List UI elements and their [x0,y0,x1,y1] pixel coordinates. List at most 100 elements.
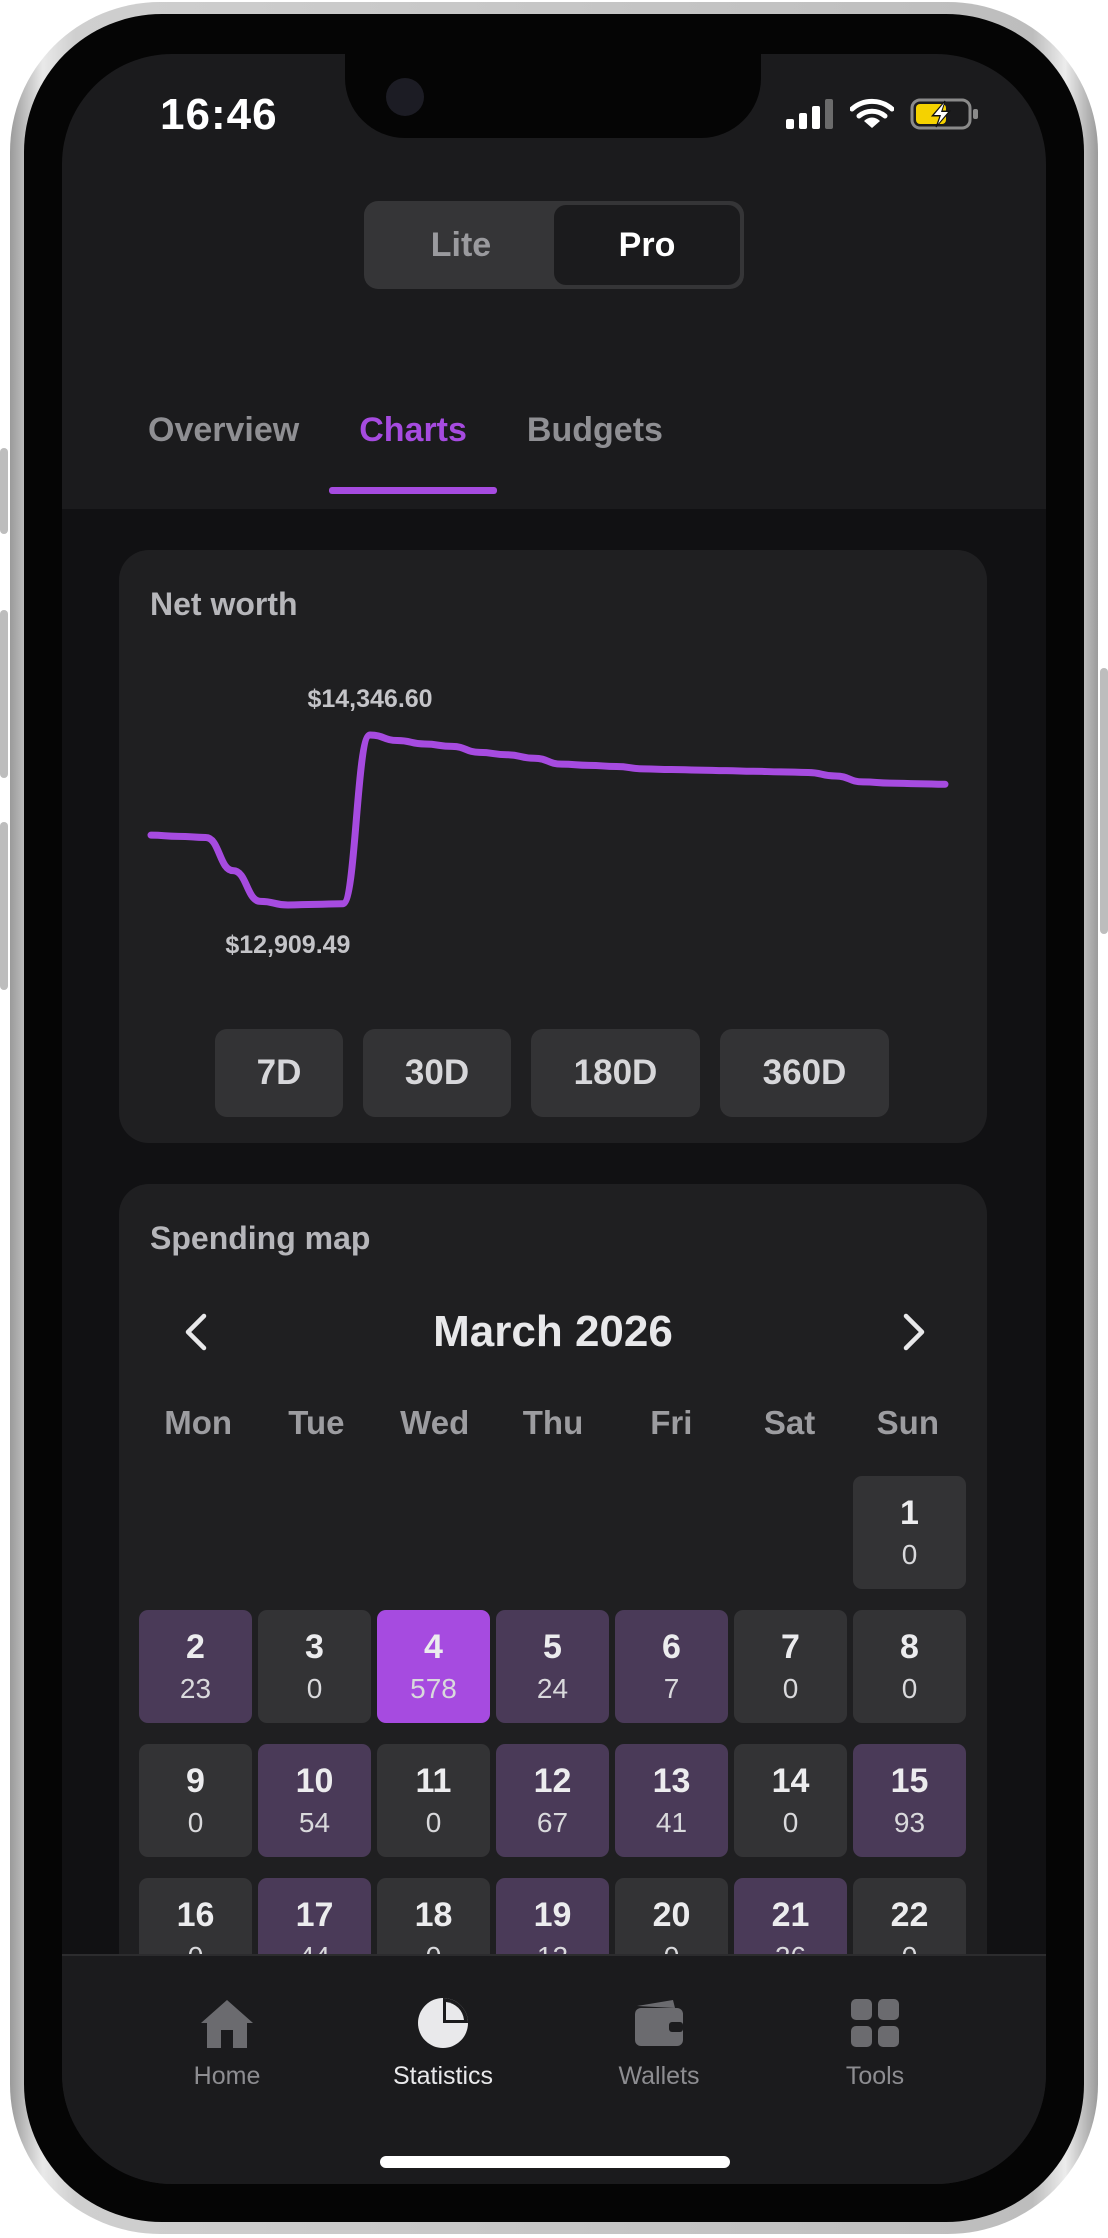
weekday-label: Thu [522,1404,584,1441]
day-number: 18 [414,1895,453,1934]
day-number: 21 [771,1895,810,1934]
day-number: 14 [771,1761,810,1800]
day-number: 1 [900,1493,919,1532]
tab-overview[interactable]: Overview [148,366,329,494]
nav-tools[interactable]: Tools [767,1996,983,2091]
weekday-label: Sun [876,1404,939,1441]
day-number: 10 [295,1761,334,1800]
nav-wallets[interactable]: Wallets [551,1996,767,2091]
battery-charging-icon [910,98,978,130]
calendar-day[interactable]: 67 [615,1610,728,1723]
calendar-day[interactable]: 4 578 [377,1610,490,1723]
day-number: 22 [890,1895,929,1934]
weekday-label: Fri [650,1404,693,1441]
statistics-tabs: Overview Charts Budgets [148,366,693,494]
tab-budgets[interactable]: Budgets [497,366,693,494]
calendar-day[interactable]: 30 [258,1610,371,1723]
nav-home-label: Home [193,2062,261,2090]
day-number: 9 [186,1761,205,1800]
day-amount: 0 [306,1672,323,1704]
day-number: 3 [305,1627,324,1666]
calendar-empty-cell [139,1476,252,1589]
day-number: 15 [890,1761,929,1800]
day-amount: 67 [536,1806,569,1838]
calendar-day[interactable]: 13 41 [615,1744,728,1857]
nav-wallets-label: Wallets [618,2062,700,2090]
calendar-day[interactable]: 80 [853,1610,966,1723]
net-worth-card: Net worth $14,346.60 $12,909.49 7D 30D 18… [119,550,987,1143]
calendar-day[interactable]: 90 [139,1744,252,1857]
calendar-day[interactable]: 14 0 [734,1744,847,1857]
day-amount: 0 [782,1806,799,1838]
range-30d-button[interactable]: 30D [363,1029,511,1117]
tab-charts[interactable]: Charts [329,366,497,494]
max-value-label: $14,346.60 [307,685,432,713]
spending-map-card: Spending map March 2026 Mon Tue Wed Thu … [119,1184,987,2004]
day-number: 20 [652,1895,691,1934]
day-amount: 24 [536,1672,569,1704]
volume-down-button [0,822,8,990]
calendar-empty-cell [734,1476,847,1589]
nav-tools-label: Tools [845,2062,905,2090]
nav-statistics-label: Statistics [392,2062,494,2090]
chevron-right-icon [903,1313,925,1351]
day-number: 2 [186,1627,205,1666]
nav-home[interactable]: Home [119,1996,335,2091]
range-180d-button[interactable]: 180D [531,1029,700,1117]
calendar-day[interactable]: 15 93 [853,1744,966,1857]
calendar-day[interactable]: 2 23 [139,1610,252,1723]
weekday-label: Sat [763,1404,816,1441]
home-icon [201,2000,253,2048]
calendar-day[interactable]: 70 [734,1610,847,1723]
front-camera [386,78,424,116]
day-amount: 0 [901,1538,918,1570]
day-amount: 0 [187,1806,204,1838]
day-number: 17 [295,1895,334,1934]
day-amount: 23 [179,1672,212,1704]
home-indicator[interactable] [380,2156,730,2168]
weekday-label: Wed [400,1404,470,1441]
nav-statistics[interactable]: Statistics [335,1996,551,2091]
calendar-day[interactable]: 10 [853,1476,966,1589]
day-number: 5 [543,1627,562,1666]
range-selector: 7D 30D 180D 360D [215,1029,889,1117]
grid-icon [851,1999,899,2047]
wifi-icon [850,98,894,128]
range-360d-button[interactable]: 360D [720,1029,889,1117]
day-amount: 578 [410,1672,457,1704]
day-number: 8 [900,1627,919,1666]
weekday-header: Mon Tue Wed Thu Fri Sat Sun [139,1404,967,1442]
mode-pro-button[interactable]: Pro [554,205,740,285]
day-number: 12 [533,1761,572,1800]
wallet-icon [635,2000,683,2046]
calendar-empty-cell [377,1476,490,1589]
range-7d-button[interactable]: 7D [215,1029,343,1117]
calendar-day[interactable]: 11 0 [377,1744,490,1857]
calendar-grid: 10 2 23 30 4 578 5 24 67 70 80 90 10 54 11 0 … [139,1476,967,1991]
day-number: 11 [415,1761,452,1800]
app-screen: 16:46 Lite Pro Overview Charts Budgets N… [62,54,1046,2184]
day-amount: 41 [655,1806,688,1838]
min-value-label: $12,909.49 [225,931,350,959]
weekday-label: Tue [288,1404,345,1441]
day-number: 4 [424,1627,443,1666]
month-title: March 2026 [433,1307,673,1356]
calendar-empty-cell [615,1476,728,1589]
status-icons [786,98,980,130]
silent-switch [0,448,8,534]
day-amount: 0 [901,1672,918,1704]
day-number: 16 [176,1895,215,1934]
day-amount: 7 [663,1672,680,1704]
net-worth-chart[interactable]: $14,346.60 $12,909.49 [119,660,987,990]
mode-lite-button[interactable]: Lite [368,205,554,285]
next-month-button[interactable] [885,1304,941,1360]
bottom-nav-bar: Home Statistics Wallets Tools [62,1954,1046,2184]
calendar-day[interactable]: 10 54 [258,1744,371,1857]
calendar-day[interactable]: 12 67 [496,1744,609,1857]
day-amount: 54 [298,1806,331,1838]
day-number: 6 [662,1627,681,1666]
status-time: 16:46 [160,90,278,139]
calendar-day[interactable]: 5 24 [496,1610,609,1723]
day-amount: 0 [425,1806,442,1838]
day-number: 19 [533,1895,572,1934]
